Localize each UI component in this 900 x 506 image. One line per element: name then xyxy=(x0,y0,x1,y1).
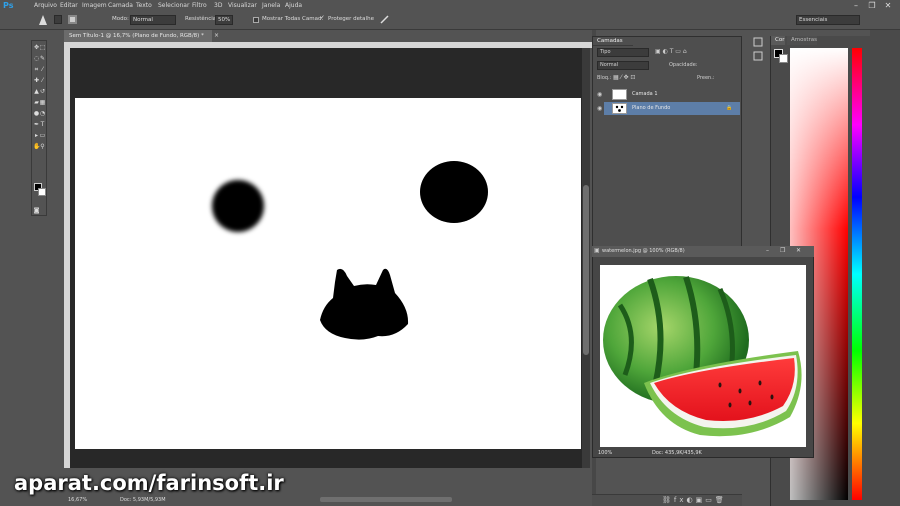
document-canvas[interactable] xyxy=(75,98,581,449)
image-close-button[interactable]: ✕ xyxy=(796,247,801,254)
menu-texto[interactable]: Texto xyxy=(136,0,152,11)
watermelon-image[interactable] xyxy=(600,265,806,447)
layer-name: Plano de Fundo xyxy=(632,105,671,111)
layer-thumbnail xyxy=(612,89,627,100)
image-status-bar: 100% Doc: 435,9K/435,9K xyxy=(596,449,812,457)
image-minimize-button[interactable]: – xyxy=(766,247,769,254)
eye-icon[interactable]: ◉ xyxy=(597,88,602,101)
layers-panel: Camadas Tipo ▣ ◐ T ▭ ⌂ Normal Opacidade:… xyxy=(592,36,742,250)
panel-icon-column[interactable] xyxy=(753,36,763,94)
restore-button[interactable]: ❐ xyxy=(866,0,878,11)
watermelon-picture xyxy=(603,276,802,437)
lock-icons[interactable]: ▦ ⁄ ✥ ⊡ xyxy=(613,74,635,81)
layer-name: Camada 1 xyxy=(632,91,658,97)
thumbnail-preview xyxy=(615,105,624,112)
ps-doc-icon: ▣ xyxy=(594,247,600,254)
menu-imagem[interactable]: Imagem xyxy=(82,0,107,11)
bg-color-chip[interactable] xyxy=(779,54,788,63)
layer-row-selected[interactable]: ◉ Plano de Fundo 🔒 xyxy=(597,102,740,115)
opacity-label: Opacidade: xyxy=(669,62,698,68)
tools-panel: ✥ ◌ ⌗ ✚ ▲ ▰ ● ✒ ▸ ✋ ⬚ ✎ ⁄ ⁄ ↺ ▦ ◔ T ▭ ⚲ … xyxy=(31,40,47,216)
vertical-scroll-thumb[interactable] xyxy=(583,185,589,355)
menu-bar xyxy=(0,0,900,11)
quick-mask-icon[interactable]: ◙ xyxy=(33,207,40,214)
dodge-tool-icon[interactable]: ◔ xyxy=(39,110,46,117)
close-tab-icon[interactable]: × xyxy=(214,32,219,39)
brush-panel-icon[interactable] xyxy=(68,15,77,24)
menu-ajuda[interactable]: Ajuda xyxy=(285,0,302,11)
app-logo: Ps xyxy=(3,1,14,10)
strength-input[interactable]: 50% xyxy=(215,15,233,25)
protect-detail-label: Proteger detalhe xyxy=(328,16,374,22)
color-tab[interactable]: Cor xyxy=(771,36,785,45)
sample-all-checkbox[interactable] xyxy=(253,17,259,23)
image-doc-info[interactable]: Doc: 435,9K/435,9K xyxy=(652,449,702,457)
protect-detail-checkmark-icon[interactable]: ✓ xyxy=(320,15,325,21)
filter-icons[interactable]: ▣ ◐ T ▭ ⌂ xyxy=(655,48,687,55)
quick-select-tool-icon[interactable]: ✎ xyxy=(39,55,46,62)
image-zoom[interactable]: 100% xyxy=(598,449,612,457)
strength-label: Resistência: xyxy=(185,16,219,22)
menu-arquivo[interactable]: Arquivo xyxy=(34,0,57,11)
layer-thumbnail xyxy=(612,103,627,114)
menu-editar[interactable]: Editar xyxy=(60,0,78,11)
menu-filtro[interactable]: Filtro xyxy=(192,0,207,11)
soft-eye-shape xyxy=(212,180,264,232)
filter-kind-label: Tipo xyxy=(600,49,611,55)
close-button[interactable]: ✕ xyxy=(882,0,894,11)
lock-label: Bloq.: xyxy=(597,75,612,81)
minimize-button[interactable]: – xyxy=(850,0,862,11)
canvas-drawing xyxy=(212,161,488,340)
blend-mode-select[interactable]: Normal xyxy=(597,61,649,70)
swatches-tab[interactable]: Amostras xyxy=(787,36,817,45)
shape-tool-icon[interactable]: ▭ xyxy=(39,132,46,139)
mode-label: Modo: xyxy=(112,16,129,22)
right-panel-strip xyxy=(870,30,900,506)
layer-action-icons[interactable]: ⛓fx◐▣▭🗑 xyxy=(662,496,727,504)
brush-tool-icon[interactable]: ⁄ xyxy=(39,77,46,84)
pressure-icon[interactable] xyxy=(380,15,389,24)
sharpen-tool-icon[interactable] xyxy=(38,15,48,26)
document-tab[interactable]: Sem Título-1 @ 16,7% (Plano de Fundo, RG… xyxy=(64,30,212,42)
menu-selecionar[interactable]: Selecionar xyxy=(158,0,189,11)
layer-filter-select[interactable]: Tipo xyxy=(597,48,649,57)
menu-visualizar[interactable]: Visualizar xyxy=(228,0,257,11)
mode-select[interactable]: Normal xyxy=(130,15,176,25)
menu-3d[interactable]: 3D xyxy=(214,0,222,11)
brush-preset-picker[interactable] xyxy=(54,15,62,24)
eyedropper-tool-icon[interactable]: ⁄ xyxy=(39,66,46,73)
history-brush-tool-icon[interactable]: ↺ xyxy=(39,88,46,95)
doc-info[interactable]: Doc: 5,93M/5,93M xyxy=(120,494,166,506)
menu-camada[interactable]: Camada xyxy=(108,0,133,11)
hard-eye-shape xyxy=(420,161,488,223)
workspace-select[interactable]: Essenciais xyxy=(796,15,860,25)
marquee-tool-icon[interactable]: ⬚ xyxy=(39,44,46,51)
eye-icon[interactable]: ◉ xyxy=(597,102,602,115)
zoom-tool-icon[interactable]: ⚲ xyxy=(39,143,46,150)
background-color-swatch[interactable] xyxy=(38,188,46,196)
layers-tab[interactable]: Camadas xyxy=(593,37,633,46)
zoom-level[interactable]: 16,67% xyxy=(68,494,87,506)
fill-label: Preen.: xyxy=(697,75,715,81)
layer-row[interactable]: ◉ Camada 1 xyxy=(597,88,740,101)
sample-all-label: Mostrar Todas Camad. xyxy=(262,16,324,22)
layers-footer: ⛓fx◐▣▭🗑 xyxy=(592,494,742,506)
horizontal-scroll-thumb[interactable] xyxy=(320,497,452,502)
layer-lock-icon: 🔒 xyxy=(726,105,733,111)
image-restore-button[interactable]: ❐ xyxy=(780,247,785,254)
menu-janela[interactable]: Janela xyxy=(262,0,280,11)
type-tool-icon[interactable]: T xyxy=(39,121,46,128)
hue-slider[interactable] xyxy=(852,48,862,500)
gradient-tool-icon[interactable]: ▦ xyxy=(39,99,46,106)
nose-shape xyxy=(320,268,409,340)
watermark-text: aparat.com/farinsoft.ir xyxy=(14,471,284,495)
